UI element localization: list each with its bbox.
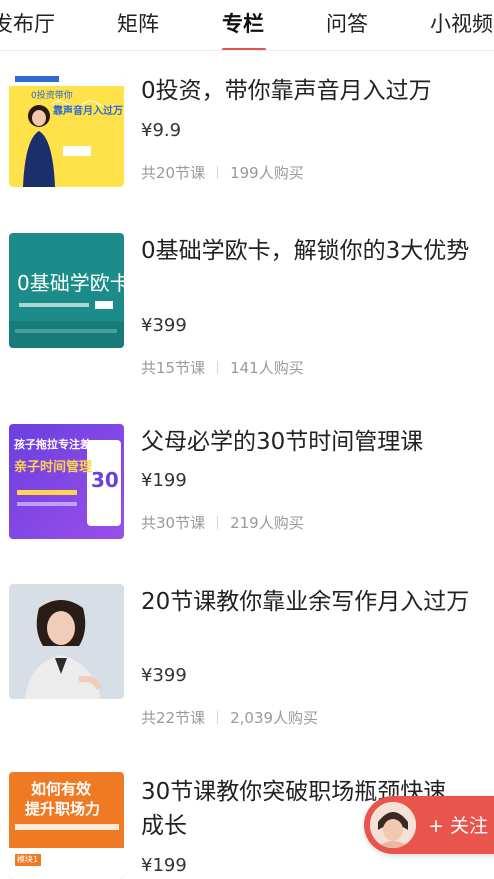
tab-column[interactable]: 专栏 — [222, 8, 264, 38]
course-meta: 共15节课 141人购买 — [141, 357, 304, 378]
time-management-cover[interactable]: 孩子拖拉专注差 亲子时间管理 30 — [9, 424, 124, 539]
cover-badge: 30 — [91, 468, 119, 492]
follow-label: + 关注 — [428, 815, 488, 837]
course-meta: 共22节课 2,039人购买 — [141, 707, 318, 728]
lesson-count: 共20节课 — [141, 164, 206, 182]
meta-divider — [217, 711, 219, 724]
voice-course-cover[interactable]: 0投资带你 靠声音月入过万 — [9, 72, 124, 187]
meta-divider — [217, 516, 219, 529]
top-tab-bar: 发布厅 矩阵 专栏 问答 小视频 — [0, 0, 494, 51]
course-title[interactable]: 0基础学欧卡，解锁你的3大优势 — [141, 234, 481, 268]
course-meta: 共20节课 199人购买 — [141, 162, 304, 183]
cover-badge: 模块1 — [17, 855, 39, 864]
course-price: ¥399 — [141, 665, 187, 686]
lesson-count: 共15节课 — [141, 359, 206, 377]
tab-short-video[interactable]: 小视频 — [430, 8, 493, 38]
meta-divider — [217, 361, 219, 374]
course-title[interactable]: 20节课教你靠业余写作月入过万 — [141, 585, 481, 619]
avatar — [370, 802, 416, 848]
cover-text: 孩子拖拉专注差 — [14, 438, 91, 451]
buyer-count: 199人购买 — [230, 164, 304, 182]
tab-matrix[interactable]: 矩阵 — [117, 8, 159, 38]
course-price: ¥9.9 — [141, 120, 182, 141]
cover-text: 提升职场力 — [25, 800, 101, 818]
cover-text: 靠声音月入过万 — [53, 106, 123, 117]
course-title[interactable]: 0投资，带你靠声音月入过万 — [141, 74, 481, 108]
course-title[interactable]: 父母必学的30节时间管理课 — [141, 425, 481, 459]
oh-card-cover[interactable]: 0基础学欧卡 — [9, 233, 124, 348]
buyer-count: 2,039人购买 — [230, 709, 319, 727]
tab-qa[interactable]: 问答 — [326, 8, 368, 38]
cover-text: 如何有效 — [31, 780, 92, 798]
tab-announcement-hall[interactable]: 发布厅 — [0, 8, 55, 38]
career-course-cover[interactable]: 如何有效 提升职场力 模块1 — [9, 772, 124, 879]
active-tab-indicator — [222, 48, 266, 50]
meta-divider — [217, 166, 219, 179]
course-price: ¥399 — [141, 315, 187, 336]
follow-button[interactable]: + 关注 — [364, 796, 494, 854]
cover-text: 亲子时间管理 — [14, 460, 93, 475]
course-price: ¥199 — [141, 470, 187, 491]
course-price: ¥199 — [141, 855, 187, 876]
lesson-count: 共22节课 — [141, 709, 206, 727]
course-meta: 共30节课 219人购买 — [141, 512, 304, 533]
lesson-count: 共30节课 — [141, 514, 206, 532]
buyer-count: 141人购买 — [230, 359, 304, 377]
buyer-count: 219人购买 — [230, 514, 304, 532]
writing-course-cover[interactable] — [9, 584, 124, 699]
cover-text: 0基础学欧卡 — [17, 271, 124, 295]
cover-text: 0投资带你 — [31, 91, 73, 101]
